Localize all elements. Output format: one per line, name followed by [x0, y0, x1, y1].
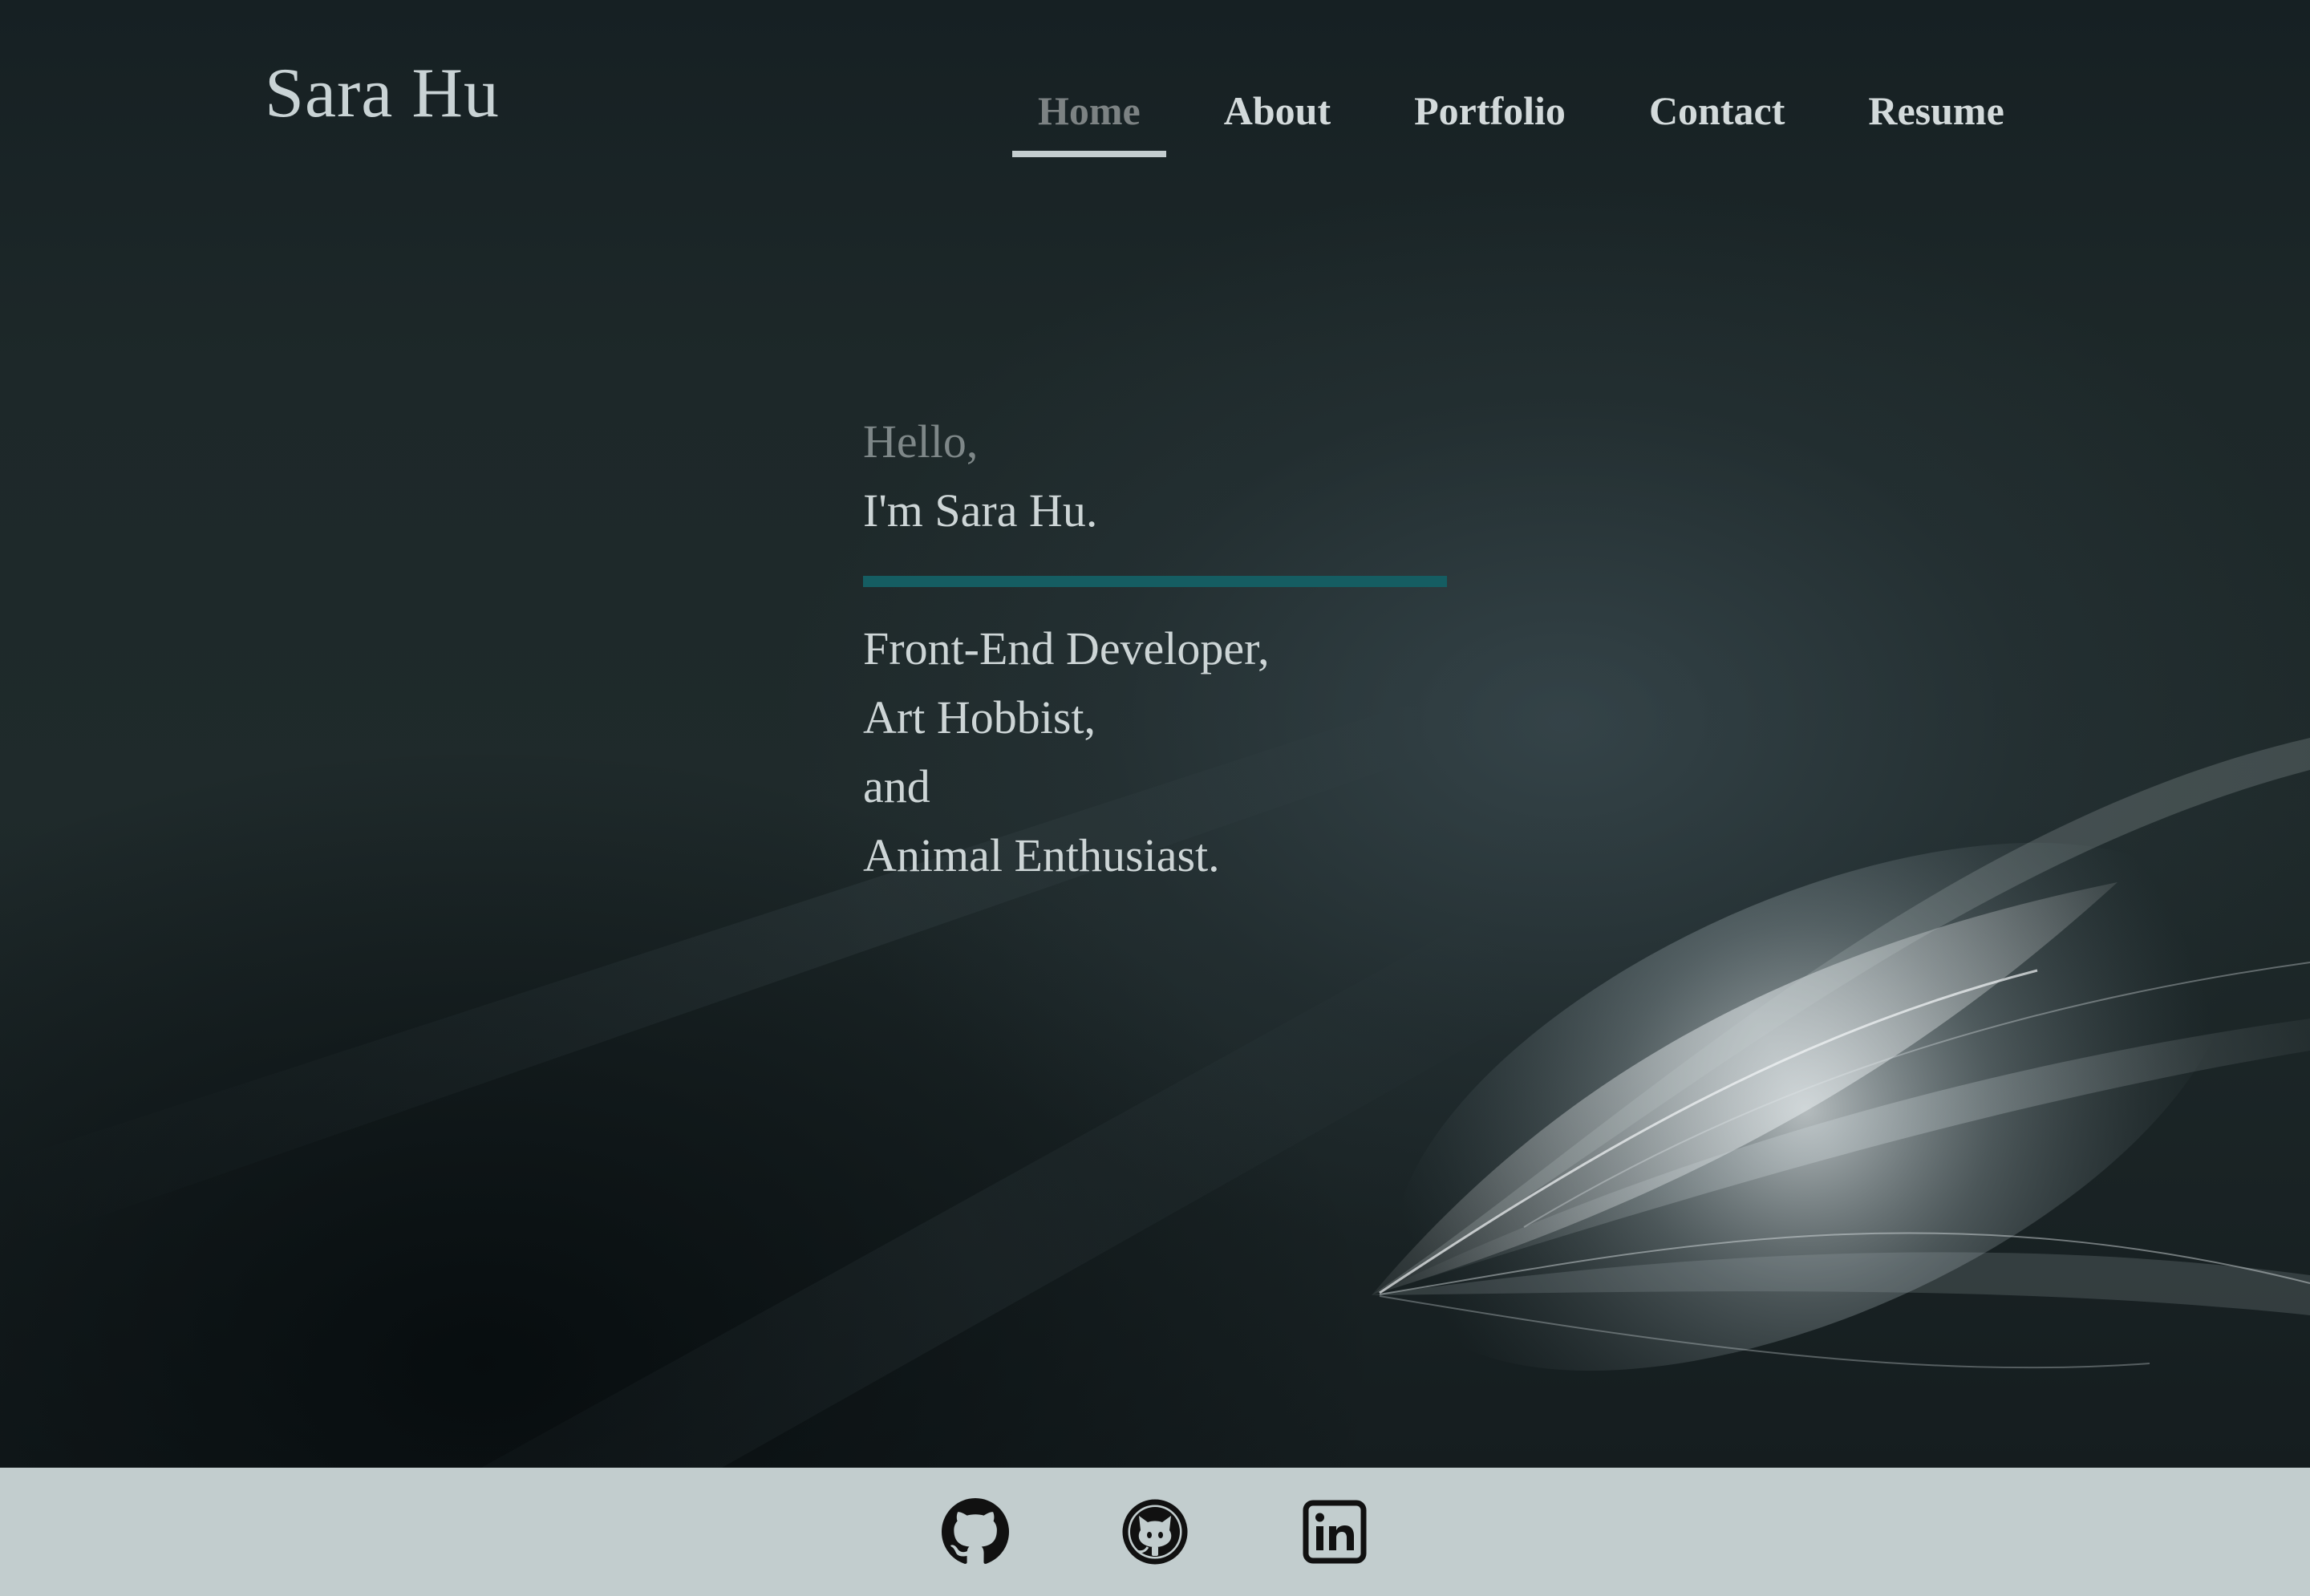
- nav-about[interactable]: About: [1198, 80, 1356, 141]
- intro-greeting: Hello,: [863, 415, 979, 468]
- linkedin-icon: [1303, 1500, 1367, 1564]
- site-brand-name[interactable]: Sara Hu: [265, 50, 500, 138]
- intro-divider: [863, 576, 1447, 587]
- footer: [0, 1468, 2310, 1596]
- page: Sara Hu Home About Portfolio Contact Res…: [0, 0, 2310, 1596]
- role-list: Front-End Developer, Art Hobbist, and An…: [863, 614, 1585, 890]
- role-item: Front-End Developer,: [863, 622, 1270, 674]
- github-octocat-icon: [1122, 1499, 1188, 1565]
- main-nav: Home About Portfolio Contact Resume: [1012, 80, 2030, 160]
- nav-home[interactable]: Home: [1012, 80, 1166, 157]
- nav-portfolio[interactable]: Portfolio: [1388, 80, 1591, 141]
- github-link[interactable]: [942, 1498, 1009, 1566]
- github-profile-link[interactable]: [1121, 1498, 1189, 1566]
- hero-section: Sara Hu Home About Portfolio Contact Res…: [0, 0, 2310, 1468]
- role-item: Animal Enthusiast.: [863, 829, 1220, 881]
- role-item: Art Hobbist,: [863, 691, 1096, 743]
- nav-contact[interactable]: Contact: [1623, 80, 1810, 141]
- intro-name: I'm Sara Hu.: [863, 484, 1098, 537]
- linkedin-link[interactable]: [1301, 1498, 1368, 1566]
- github-icon: [942, 1498, 1009, 1564]
- role-item: and: [863, 760, 930, 812]
- intro-section: Hello, I'm Sara Hu. Front-End Developer,…: [863, 407, 1585, 890]
- nav-resume[interactable]: Resume: [1842, 80, 2029, 141]
